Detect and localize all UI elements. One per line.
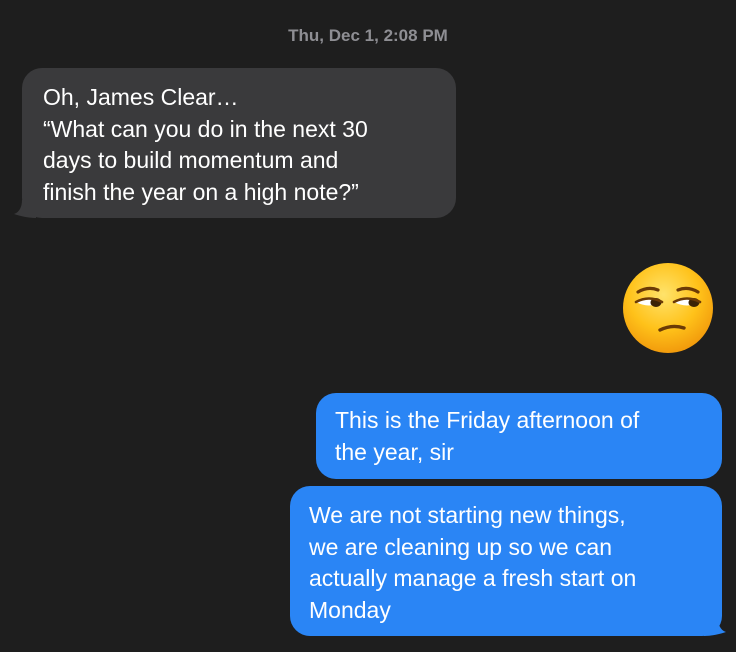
- incoming-message-bubble[interactable]: Oh, James Clear… “What can you do in the…: [22, 68, 456, 218]
- message-text-line: finish the year on a high note?”: [43, 178, 359, 205]
- message-text-line: the year, sir: [335, 438, 454, 465]
- message-text-line: actually manage a fresh start on: [309, 565, 637, 591]
- message-text-line: Oh, James Clear…: [43, 84, 239, 110]
- unamused-face-icon[interactable]: [622, 262, 714, 354]
- message-text-line: “What can you do in the next 30: [43, 115, 368, 142]
- message-timestamp: Thu, Dec 1, 2:08 PM: [288, 26, 448, 45]
- outgoing-bubble-tail: [704, 618, 726, 636]
- message-text-line: days to build momentum and: [43, 147, 339, 173]
- message-text-line: This is the Friday afternoon of: [335, 407, 640, 433]
- message-text-line: We are not starting new things,: [309, 502, 626, 528]
- message-text-line: Monday: [309, 596, 391, 623]
- outgoing-message-bubble[interactable]: This is the Friday afternoon of the year…: [316, 393, 722, 479]
- message-thread: Thu, Dec 1, 2:08 PM Oh, James Clear… “Wh…: [0, 0, 736, 652]
- message-text-line: we are cleaning up so we can: [309, 533, 613, 560]
- outgoing-message-bubble[interactable]: We are not starting new things, we are c…: [290, 486, 722, 636]
